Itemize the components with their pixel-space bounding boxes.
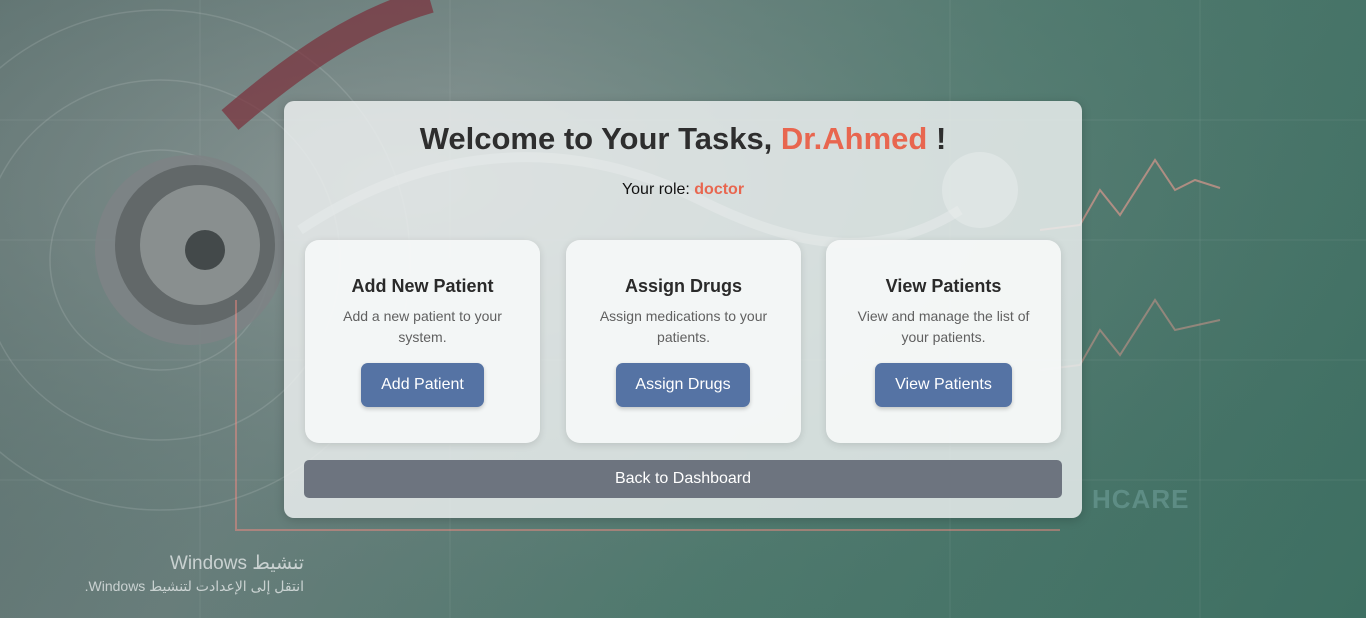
view-patients-card: View Patients View and manage the list o…	[826, 240, 1061, 443]
role-line: Your role: doctor	[284, 181, 1082, 199]
title-suffix: !	[927, 121, 947, 156]
watermark-subtitle: انتقل إلى الإعدادت لتنشيط Windows.	[84, 578, 304, 594]
add-patient-button[interactable]: Add Patient	[361, 363, 484, 407]
watermark-title: تنشيط Windows	[169, 553, 304, 574]
page-title: Welcome to Your Tasks, Dr.Ahmed !	[284, 121, 1082, 157]
card-description: Add a new patient to your system.	[343, 308, 502, 345]
card-description: Assign medications to your patients.	[599, 308, 768, 345]
title-prefix: Welcome to Your Tasks,	[419, 121, 781, 156]
doctor-name: Dr.Ahmed	[780, 121, 928, 156]
role-value: doctor	[694, 181, 745, 198]
role-label: Your role:	[621, 181, 695, 198]
tasks-panel: Welcome to Your Tasks, Dr.Ahmed ! Your r…	[284, 101, 1082, 518]
card-description: View and manage the list of your patient…	[857, 308, 1030, 345]
card-title: Add New Patient	[351, 276, 494, 296]
card-title: View Patients	[885, 276, 1002, 296]
windows-activation-watermark: تنشيط Windows انتقل إلى الإعدادت لتنشيط …	[40, 552, 304, 596]
back-to-dashboard-button[interactable]: Back to Dashboard	[304, 460, 1062, 498]
background-hcare-text: HCARE	[1092, 484, 1190, 514]
view-patients-button[interactable]: View Patients	[875, 363, 1012, 407]
card-title: Assign Drugs	[624, 276, 743, 296]
assign-drugs-button[interactable]: Assign Drugs	[616, 363, 750, 407]
assign-drugs-card: Assign Drugs Assign medications to your …	[566, 240, 801, 443]
add-patient-card: Add New Patient Add a new patient to you…	[305, 240, 540, 443]
